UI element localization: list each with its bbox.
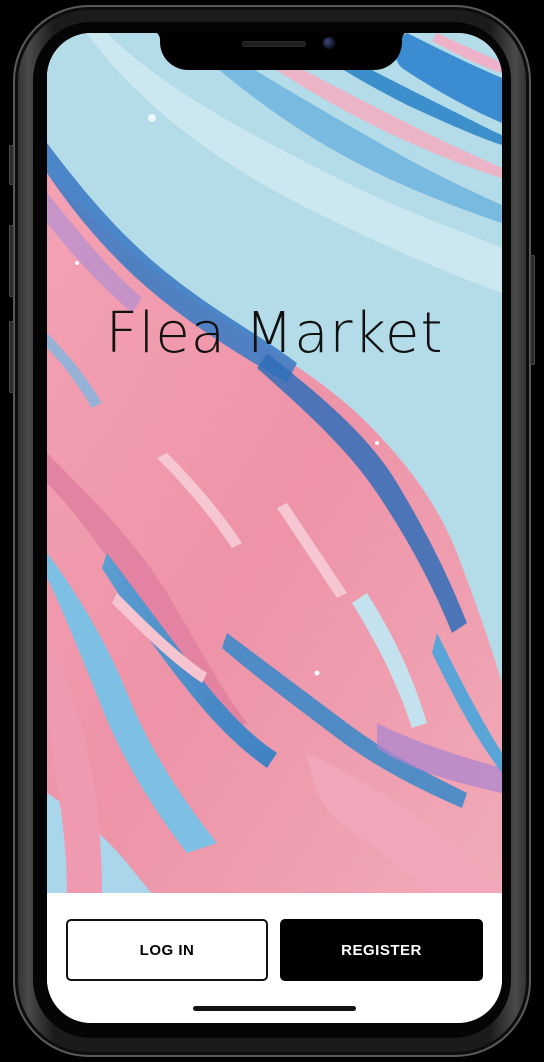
register-button[interactable]: REGISTER [280,919,483,981]
auth-action-bar: LOG IN REGISTER [47,893,502,1023]
power-button [530,255,535,365]
marble-background-image [47,33,502,893]
login-button[interactable]: LOG IN [66,919,268,981]
home-indicator[interactable] [193,1006,356,1011]
camera-notch [147,33,415,70]
volume-down-button [9,321,14,393]
app-screen: Flea Market LOG IN REGISTER [47,33,502,1023]
front-camera-icon [323,37,335,49]
app-title: Flea Market [105,301,444,366]
volume-up-button [9,225,14,297]
speaker-grille-icon [242,41,306,47]
silent-switch [9,145,14,185]
